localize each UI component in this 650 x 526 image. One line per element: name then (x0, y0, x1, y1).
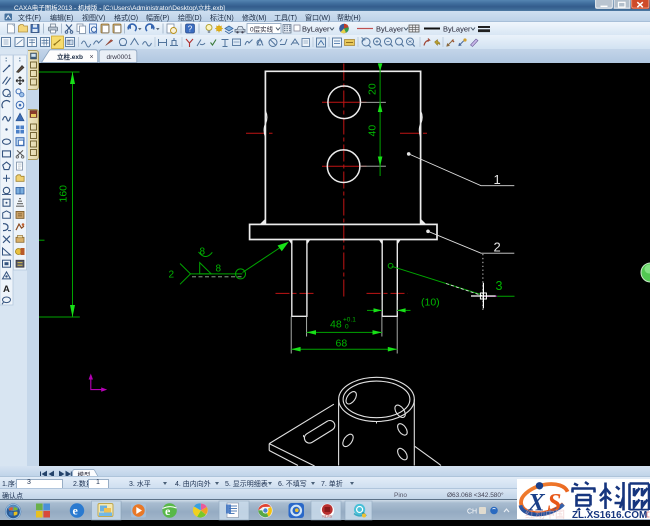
svg-text:ZL.XS1616.COM: ZL.XS1616.COM (572, 510, 647, 519)
svg-text:68: 68 (336, 338, 348, 350)
svg-text:(10): (10) (421, 297, 440, 309)
svg-text:40: 40 (367, 125, 379, 137)
svg-text:e: e (165, 504, 171, 518)
svg-text:48: 48 (330, 319, 342, 331)
svg-text:红动中国: 红动中国 (525, 508, 565, 519)
svg-text:T: T (68, 41, 71, 47)
svg-text:2: 2 (494, 240, 501, 255)
svg-text:e: e (73, 504, 79, 518)
svg-text:NEWS: NEWS (323, 515, 333, 519)
svg-text:3: 3 (496, 279, 503, 293)
svg-text:8: 8 (200, 247, 206, 258)
svg-text:0层实线: 0层实线 (250, 25, 274, 34)
svg-text:20: 20 (367, 83, 379, 95)
svg-text:+0.1: +0.1 (343, 317, 356, 324)
svg-text:ByLayer: ByLayer (302, 25, 330, 34)
svg-text:?: ? (188, 25, 193, 34)
svg-text:A: A (3, 284, 10, 295)
svg-text:drw0001: drw0001 (107, 54, 132, 61)
svg-text:1: 1 (494, 172, 501, 187)
svg-text:2: 2 (169, 270, 175, 281)
svg-text:立柱.exb: 立柱.exb (57, 52, 83, 61)
svg-text:160: 160 (58, 185, 70, 203)
svg-text:CH: CH (467, 509, 477, 516)
svg-text:ByLayer: ByLayer (376, 25, 404, 34)
svg-text:8: 8 (216, 264, 222, 275)
svg-text:×: × (90, 54, 94, 61)
svg-text:ByLayer: ByLayer (443, 25, 471, 34)
svg-text:0: 0 (345, 324, 349, 331)
